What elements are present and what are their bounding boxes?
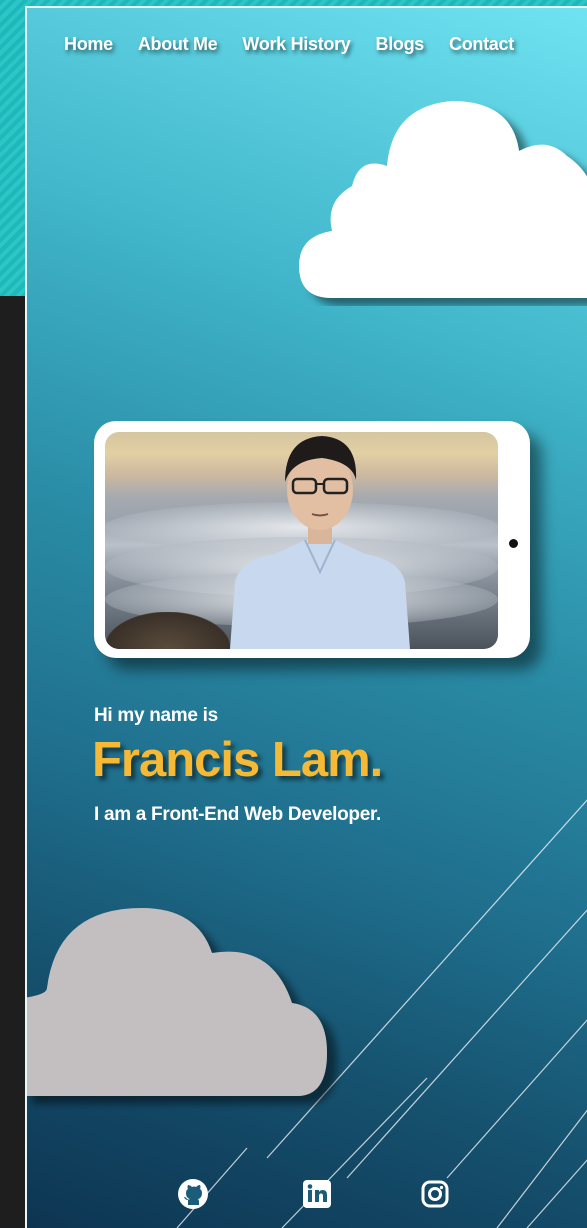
instagram-link[interactable] <box>419 1178 451 1210</box>
nav-home[interactable]: Home <box>64 34 113 55</box>
github-link[interactable] <box>177 1178 209 1210</box>
nav-blogs[interactable]: Blogs <box>376 34 425 55</box>
nav-work-history[interactable]: Work History <box>242 34 350 55</box>
cloud-top-icon <box>299 101 587 298</box>
person-icon <box>230 436 410 649</box>
github-icon <box>178 1179 208 1209</box>
hero-role: I am a Front-End Web Developer. <box>94 804 382 825</box>
linkedin-icon <box>303 1180 331 1208</box>
nav-about-me[interactable]: About Me <box>138 34 218 55</box>
hero-panel: Home About Me Work History Blogs Contact <box>25 6 587 1228</box>
linkedin-link[interactable] <box>301 1178 333 1210</box>
hero-name: Francis Lam. <box>92 733 383 787</box>
profile-photo <box>105 432 498 649</box>
phone-frame <box>94 421 530 658</box>
instagram-icon <box>421 1180 449 1208</box>
cloud-bottom-icon <box>27 908 327 1096</box>
nav-contact[interactable]: Contact <box>449 34 514 55</box>
greeting-text: Hi my name is <box>94 705 218 726</box>
main-nav: Home About Me Work History Blogs Contact <box>64 34 539 55</box>
social-links <box>27 1178 587 1218</box>
phone-camera-dot <box>509 539 518 548</box>
